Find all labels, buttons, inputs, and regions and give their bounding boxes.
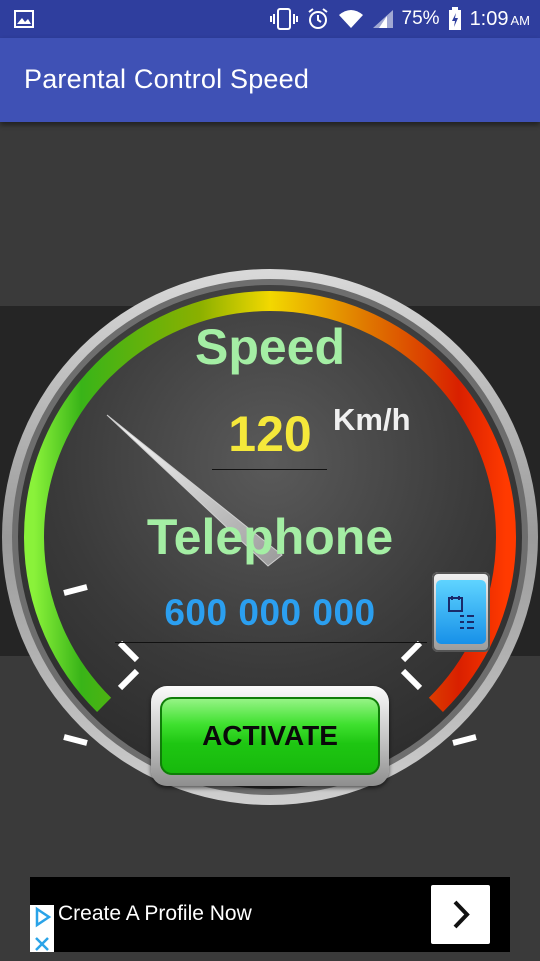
status-bar: 75% 1:09 AM bbox=[0, 0, 540, 38]
speed-label: Speed bbox=[194, 319, 346, 375]
ad-open-button[interactable] bbox=[431, 885, 490, 944]
activate-button-frame: ACTIVATE bbox=[151, 686, 389, 786]
ad-icons bbox=[30, 905, 54, 952]
chevron-right-icon bbox=[453, 900, 470, 929]
clock-time: 1:09 bbox=[469, 7, 509, 30]
wifi-icon bbox=[338, 10, 363, 28]
speed-unit: Km/h bbox=[333, 402, 411, 437]
telephone-input-underline bbox=[115, 642, 427, 643]
telephone-input[interactable]: 600 000 000 bbox=[115, 592, 425, 634]
contacts-button[interactable] bbox=[432, 572, 490, 652]
vibrate-icon bbox=[269, 8, 298, 30]
activate-label: ACTIVATE bbox=[202, 720, 338, 751]
speed-input-underline bbox=[212, 469, 327, 470]
contacts-button-face bbox=[436, 580, 486, 644]
app-title: Parental Control Speed bbox=[24, 64, 310, 94]
battery-percent: 75% bbox=[401, 8, 440, 29]
speed-input[interactable]: 120 bbox=[212, 405, 328, 463]
adchoices-icon[interactable] bbox=[30, 905, 54, 929]
clock: 1:09 AM bbox=[470, 8, 530, 31]
contacts-list-icon bbox=[448, 596, 474, 629]
activate-button[interactable]: ACTIVATE bbox=[160, 697, 380, 775]
ad-text[interactable]: Create A Profile Now bbox=[58, 902, 252, 926]
alarm-icon bbox=[307, 8, 328, 29]
signal-icon bbox=[372, 10, 393, 28]
telephone-label: Telephone bbox=[146, 509, 394, 565]
ad-banner[interactable]: Create A Profile Now bbox=[30, 877, 510, 952]
close-icon[interactable] bbox=[30, 934, 54, 956]
clock-ampm: AM bbox=[510, 12, 531, 28]
gallery-icon bbox=[14, 10, 34, 28]
app-bar: Parental Control Speed bbox=[0, 38, 540, 122]
battery-charging-icon bbox=[448, 7, 461, 30]
